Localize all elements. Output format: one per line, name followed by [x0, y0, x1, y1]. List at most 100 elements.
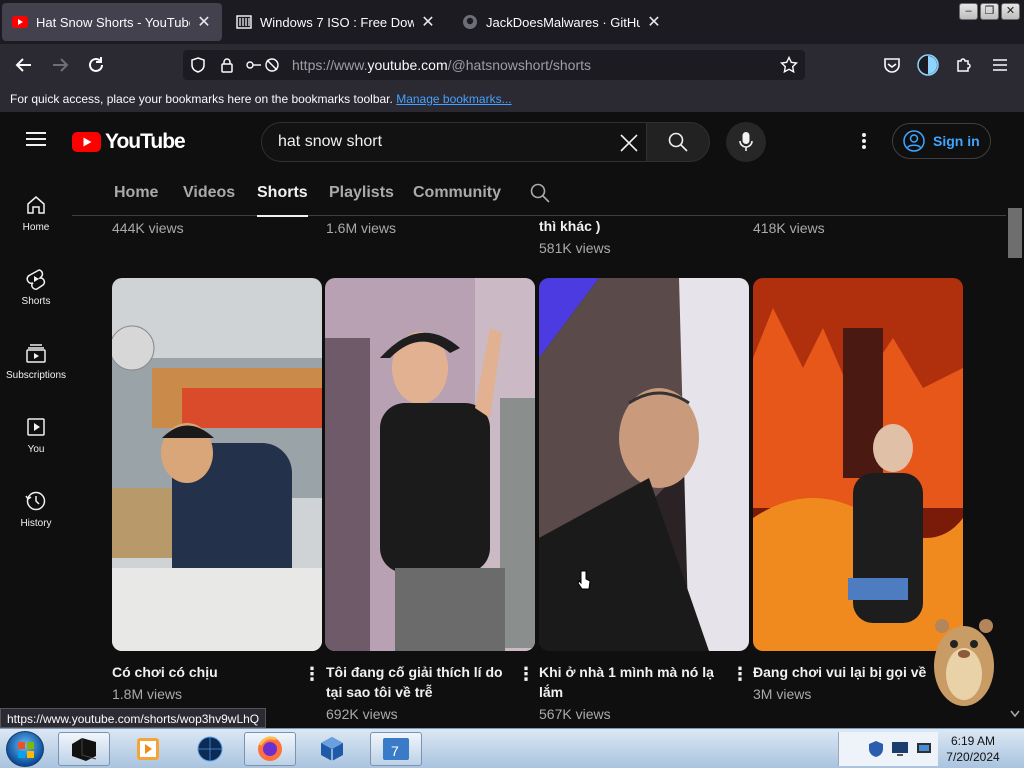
shorts-icon [26, 269, 46, 290]
mouse-cursor-icon [577, 570, 591, 590]
tab-community[interactable]: Community [413, 184, 501, 202]
clock-time: 6:19 AM [950, 734, 996, 748]
thumbnail-image [325, 278, 535, 651]
short-title[interactable]: Đang chơi vui lại bị gọi về [753, 662, 939, 682]
more-actions-icon[interactable]: ⋮ [303, 665, 321, 683]
tray-shield-icon[interactable] [867, 740, 885, 758]
url-domain: youtube.com [367, 57, 448, 73]
sidebar-item-home[interactable]: Home [0, 190, 72, 250]
browser-tab-github[interactable]: JackDoesMalwares · GitHub ✕ [452, 3, 672, 41]
tab-home[interactable]: Home [114, 184, 158, 202]
lock-icon[interactable] [219, 57, 235, 73]
tab-title: Windows 7 ISO : Free Download [260, 14, 414, 30]
voice-search-button[interactable] [726, 122, 766, 162]
short-views: 567K views [539, 706, 611, 722]
puzzle-icon [957, 58, 971, 72]
clear-search-icon[interactable] [620, 134, 638, 152]
close-tab-icon[interactable]: ✕ [196, 12, 212, 32]
scroll-down-icon[interactable] [1010, 710, 1020, 718]
search-input[interactable]: hat snow short [261, 122, 647, 162]
short-views: 444K views [112, 220, 184, 236]
sign-in-button[interactable]: Sign in [892, 123, 991, 159]
hamburger-menu-icon [993, 59, 1007, 71]
close-window-button[interactable]: ✕ [1001, 3, 1020, 20]
github-icon [462, 14, 478, 30]
short-title[interactable]: Khi ở nhà 1 mình mà nó lạ lắm [539, 662, 725, 702]
sidebar-item-you[interactable]: You [0, 412, 72, 472]
menu-button[interactable] [987, 52, 1013, 78]
tab-title: JackDoesMalwares · GitHub [486, 14, 640, 30]
account-button[interactable] [915, 52, 941, 78]
permissions-icon[interactable] [245, 57, 281, 73]
address-bar[interactable]: https://www.youtube.com/@hatsnowshort/sh… [183, 50, 805, 80]
taskbar-app-windows7-iso[interactable]: 7 [370, 732, 422, 766]
short-thumbnail[interactable] [753, 278, 963, 651]
bookmark-star-icon[interactable] [780, 56, 798, 74]
page-scrollbar[interactable] [1006, 170, 1024, 728]
manage-bookmarks-link[interactable]: Manage bookmarks... [396, 92, 511, 106]
tray-network-icon[interactable] [915, 740, 933, 758]
tab-videos[interactable]: Videos [183, 184, 235, 202]
tab-shorts[interactable]: Shorts [257, 184, 308, 217]
short-title[interactable]: Tôi đang cố giải thích lí do tại sao tôi… [326, 662, 512, 702]
tray-monitor-icon[interactable] [891, 740, 909, 758]
account-icon [917, 54, 939, 76]
start-button[interactable] [6, 731, 44, 767]
youtube-logo-icon [72, 132, 101, 152]
browser-tab-bar: Hat Snow Shorts - YouTube ✕ Windows 7 IS… [0, 0, 1024, 44]
home-icon [27, 196, 45, 214]
taskbar-app-media-player[interactable] [122, 732, 174, 766]
taskbar-app-firefox[interactable] [244, 732, 296, 766]
short-title[interactable]: Có chơi có chịu [112, 662, 292, 682]
virtualbox-icon [321, 737, 343, 761]
tab-title: Hat Snow Shorts - YouTube [36, 14, 190, 30]
url-text[interactable]: https://www.youtube.com/@hatsnowshort/sh… [292, 57, 591, 73]
short-title[interactable]: thì khác ) [539, 216, 600, 236]
sidebar-item-history[interactable]: History [0, 486, 72, 546]
settings-more-icon[interactable] [861, 132, 867, 150]
minimize-button[interactable]: – [959, 3, 978, 20]
sidebar-label: Home [22, 222, 50, 233]
sidebar-item-shorts[interactable]: Shorts [0, 264, 72, 324]
sidebar-label: You [27, 444, 45, 455]
taskbar-app-terminal[interactable] [58, 732, 110, 766]
windows-taskbar: 7 6:19 AM 7/20/2024 [0, 728, 1024, 768]
youtube-masthead: YouTube hat snow short Sign in [0, 112, 1024, 170]
pocket-button[interactable] [879, 52, 905, 78]
system-clock[interactable]: 6:19 AM 7/20/2024 [940, 733, 1006, 765]
search-button[interactable] [646, 122, 710, 162]
short-thumbnail[interactable] [112, 278, 322, 651]
microphone-icon [739, 132, 753, 151]
more-actions-icon[interactable]: ⋮ [517, 665, 535, 683]
close-tab-icon[interactable]: ✕ [646, 12, 662, 32]
back-button[interactable] [11, 52, 37, 78]
sidebar-item-subscriptions[interactable]: Subscriptions [0, 338, 72, 398]
more-actions-icon[interactable]: ⋮ [731, 665, 749, 683]
browser-tab-windows7[interactable]: Windows 7 ISO : Free Download ✕ [226, 3, 446, 41]
scrollbar-thumb[interactable] [1008, 208, 1022, 258]
search-icon [668, 132, 688, 152]
reload-button[interactable] [83, 52, 109, 78]
bookmarks-hint: For quick access, place your bookmarks h… [10, 92, 512, 106]
short-thumbnail[interactable] [325, 278, 535, 651]
extensions-button[interactable] [951, 52, 977, 78]
shield-icon[interactable] [190, 57, 206, 73]
forward-button[interactable] [47, 52, 73, 78]
youtube-logo-text: YouTube [105, 130, 186, 153]
subscriptions-icon [26, 344, 46, 363]
short-thumbnail[interactable] [539, 278, 749, 651]
taskbar-app-virtualbox[interactable] [306, 732, 358, 766]
short-views: 692K views [326, 706, 398, 722]
restore-button[interactable]: ❐ [980, 3, 999, 20]
channel-search-icon[interactable] [530, 183, 550, 203]
tab-playlists[interactable]: Playlists [329, 184, 394, 202]
guide-menu-icon[interactable] [26, 131, 46, 147]
svg-text:7: 7 [391, 743, 399, 759]
history-icon [25, 491, 46, 511]
taskbar-app-network[interactable] [184, 732, 236, 766]
notification-area [838, 732, 938, 766]
browser-tab-youtube[interactable]: Hat Snow Shorts - YouTube ✕ [2, 3, 222, 41]
close-tab-icon[interactable]: ✕ [420, 12, 436, 32]
youtube-logo[interactable]: YouTube [72, 130, 186, 154]
arrow-left-icon [15, 58, 31, 72]
